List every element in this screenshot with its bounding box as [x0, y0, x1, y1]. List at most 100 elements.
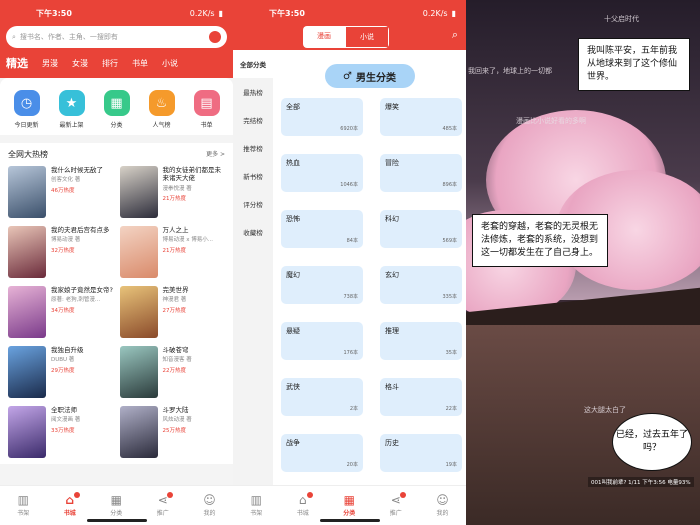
book-cover — [8, 286, 46, 338]
sidebar-item[interactable]: 推荐榜 — [233, 134, 273, 162]
category-count: 485本 — [442, 126, 457, 132]
sidebar-item[interactable]: 最热榜 — [233, 78, 273, 106]
nav-promote[interactable]: ⋖ 推广 — [157, 492, 173, 517]
tab-novel[interactable]: 小说 — [162, 58, 178, 69]
book-item[interactable]: 我的女徒弟们都是未来诸天大佬 漫拳悦漫 著 21万热度 — [119, 166, 226, 218]
nav-me[interactable]: ☺ 我的 — [203, 494, 216, 517]
nav-bookstore[interactable]: ⌂ 书城 — [64, 492, 80, 517]
nav-bookshelf[interactable]: ▥ 书架 — [250, 494, 262, 517]
book-title: 我的女徒弟们都是未来诸天大佬 — [162, 166, 222, 183]
search-bar[interactable]: ⌕ 搜书名、作者、主角、一搜即有 — [6, 26, 227, 48]
book-author: 博易动漫 x 博易小... — [162, 237, 214, 244]
book-author: 博易动漫 著 — [51, 237, 81, 244]
category-card[interactable]: 推理 35本 — [380, 322, 462, 360]
book-item[interactable]: 全职法师 阅文漫画 著 33万热度 — [8, 406, 114, 458]
badge-dot — [399, 492, 406, 498]
gesture-handle — [86, 519, 147, 522]
category-card[interactable]: 悬疑 176本 — [281, 322, 363, 360]
category-count: 335本 — [442, 294, 457, 300]
quick-popular[interactable]: ♨ 人气榜 — [148, 90, 175, 129]
category-grid: 全部 6920本 爆笑 485本 热血 1046本 冒险 896本 恐怖 84本 科幻 5… — [273, 98, 466, 472]
quick-category[interactable]: ▦ 分类 — [103, 90, 130, 129]
reader-status: 001叫我前辈? 1/11 下午3:56 电量93% — [588, 477, 694, 487]
quick-links: ◷ 今日更新 ★ 最新上架 ▦ 分类 ♨ 人气榜 ▤ 书单 — [0, 78, 233, 135]
book-item[interactable]: 我独自升级 DUBU 著 29万热度 — [8, 346, 114, 398]
category-card[interactable]: 格斗 22本 — [380, 378, 462, 416]
clock-icon: ◷ — [13, 90, 40, 116]
nav-promote[interactable]: ⋖ 推广 — [390, 492, 406, 517]
tab-ranking[interactable]: 排行 — [102, 58, 118, 69]
book-item[interactable]: 我什么时候无敌了 创客文化 著 46万热度 — [8, 166, 114, 218]
category-name: 历史 — [385, 439, 399, 447]
book-title: 我什么时候无敌了 — [51, 166, 103, 174]
category-card[interactable]: 冒险 896本 — [380, 154, 462, 192]
home-icon: ⌂ — [65, 493, 75, 507]
badge-dot — [73, 492, 80, 498]
battery-icon: ▮ — [451, 8, 456, 18]
category-card[interactable]: 热血 1046本 — [281, 154, 363, 192]
book-cover — [8, 166, 46, 218]
book-title: 完美世界 — [162, 286, 189, 294]
user-icon: ☺ — [203, 493, 216, 507]
comic-reader-panel[interactable]: 十父启时代 我回来了，地球上的一切都 漫画比小说好看的多啊 这大腿太白了 我叫陈… — [466, 0, 700, 525]
category-name: 玄幻 — [385, 271, 399, 279]
toggle-comic[interactable]: 漫画 — [303, 26, 345, 48]
quick-booklist[interactable]: ▤ 书单 — [193, 90, 220, 129]
status-time: 下午3:50 — [36, 8, 72, 18]
more-link[interactable]: 更多 > — [206, 149, 225, 160]
quick-today-update[interactable]: ◷ 今日更新 — [13, 90, 40, 129]
tab-featured[interactable]: 精选 — [6, 55, 28, 71]
category-card[interactable]: 魔幻 738本 — [281, 266, 363, 304]
book-heat: 21万热度 — [162, 196, 187, 203]
category-name: 战争 — [286, 439, 300, 447]
category-card[interactable]: 战争 20本 — [281, 434, 363, 472]
book-item[interactable]: 我的夫君后宫有点多 博易动漫 著 32万热度 — [8, 226, 114, 278]
book-item[interactable]: 万人之上 博易动漫 x 博易小... 21万热度 — [119, 226, 226, 278]
book-heat: 27万热度 — [162, 307, 187, 314]
book-cover — [119, 286, 158, 338]
toggle-novel[interactable]: 小说 — [345, 26, 389, 48]
category-count: 35本 — [445, 350, 457, 356]
nav-category[interactable]: ▦ 分类 — [343, 494, 355, 517]
category-card[interactable]: 武侠 2本 — [281, 378, 363, 416]
category-card[interactable]: 科幻 569本 — [380, 210, 462, 248]
nav-category[interactable]: ▦ 分类 — [110, 494, 122, 517]
book-item[interactable]: 完美世界 神漫君 著 27万热度 — [119, 286, 226, 338]
sidebar-item[interactable]: 收藏榜 — [233, 218, 273, 246]
sidebar-item[interactable]: 全部分类 — [233, 50, 273, 78]
book-item[interactable]: 我家娘子竟然是女帝? 原著: 老狗,刺管漫... 34万热度 — [8, 286, 114, 338]
nav-me[interactable]: ☺ 我的 — [436, 494, 449, 517]
sidebar-item[interactable]: 完结榜 — [233, 106, 273, 134]
book-heat: 34万热度 — [51, 307, 75, 314]
category-card[interactable]: 历史 19本 — [380, 434, 462, 472]
book-item[interactable]: 斗破苍穹 知音漫客 著 22万热度 — [119, 346, 226, 398]
nav-bookshelf[interactable]: ▥ 书架 — [17, 494, 29, 517]
male-icon: ♂ — [343, 70, 352, 82]
category-count: 176本 — [343, 350, 358, 356]
danmaku-text: 我回来了，地球上的一切都 — [468, 67, 552, 75]
category-card[interactable]: 全部 6920本 — [281, 98, 363, 136]
badge-dot — [166, 492, 173, 498]
sidebar-item[interactable]: 新书榜 — [233, 162, 273, 190]
book-heat: 32万热度 — [51, 247, 75, 254]
nav-bookstore[interactable]: ⌂ 书城 — [297, 492, 313, 517]
book-cover — [119, 406, 158, 458]
tab-booklist[interactable]: 书单 — [132, 58, 148, 69]
book-author: 创客文化 著 — [51, 177, 81, 184]
sidebar-item[interactable]: 评分榜 — [233, 190, 273, 218]
tab-female[interactable]: 女漫 — [72, 58, 88, 69]
tab-male[interactable]: 男漫 — [42, 58, 58, 69]
book-item[interactable]: 斗罗大陆 风炫动漫 著 25万热度 — [119, 406, 226, 458]
section-title: ♂ 男生分类 — [324, 64, 415, 88]
category-count: 738本 — [343, 294, 358, 300]
book-cover — [8, 226, 46, 278]
category-name: 恐怖 — [286, 215, 300, 223]
category-card[interactable]: 爆笑 485本 — [380, 98, 462, 136]
category-card[interactable]: 恐怖 84本 — [281, 210, 363, 248]
search-icon[interactable]: ⌕ — [452, 28, 458, 42]
content-type-toggle: 漫画 小说 — [303, 26, 389, 48]
category-card[interactable]: 玄幻 335本 — [380, 266, 462, 304]
voice-icon[interactable] — [209, 31, 221, 43]
quick-new-release[interactable]: ★ 最新上架 — [58, 90, 85, 129]
book-author: 漫拳悦漫 著 — [162, 185, 192, 192]
